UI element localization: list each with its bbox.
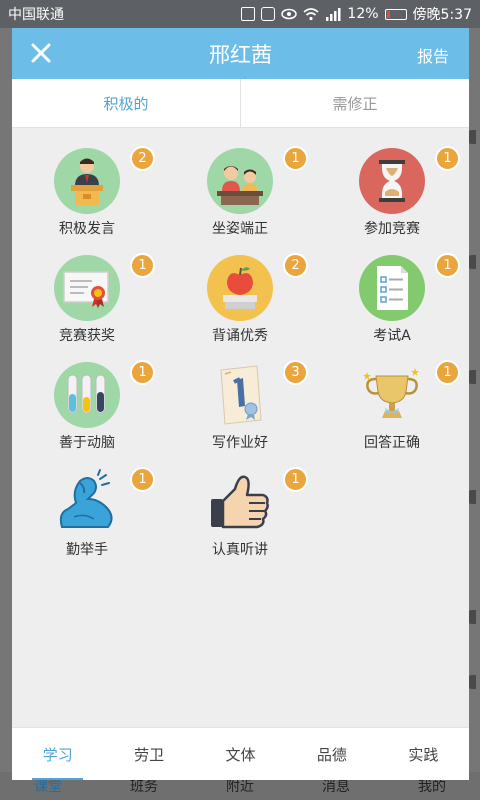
- certificate-icon: [54, 255, 120, 321]
- tab-needs-improvement[interactable]: 需修正: [241, 79, 469, 127]
- tab-positive[interactable]: 积极的: [12, 79, 240, 127]
- count-badge: 1: [435, 146, 460, 171]
- tab-study[interactable]: 学习: [12, 728, 103, 780]
- badge-label: 勤举手: [66, 542, 108, 558]
- count-badge: 1: [130, 360, 155, 385]
- badge-item[interactable]: 1 善于动脑: [22, 360, 155, 462]
- trophy-icon: [363, 368, 419, 418]
- badge-label: 积极发言: [59, 221, 115, 237]
- badge-item[interactable]: 3 写作业好: [175, 360, 308, 462]
- tab-labor[interactable]: 劳卫: [103, 728, 194, 780]
- battery-percent: 12%: [347, 6, 379, 22]
- category-tabs: 学习 劳卫 文体 品德 实践: [12, 727, 469, 780]
- count-badge: 2: [130, 146, 155, 171]
- carrier-label: 中国联通: [8, 7, 64, 23]
- report-button[interactable]: 报告: [417, 43, 449, 67]
- badge-item[interactable]: 1 参加竞赛: [327, 146, 460, 248]
- hourglass-icon: [359, 148, 425, 214]
- close-icon[interactable]: [28, 40, 54, 66]
- status-icons: 12% 傍晚5:37: [241, 0, 472, 28]
- battery-icon: [384, 8, 407, 20]
- badge-item[interactable]: 1 坐姿端正: [175, 146, 308, 248]
- badge-label: 参加竞赛: [364, 221, 420, 237]
- badge-label: 写作业好: [212, 435, 268, 451]
- checklist-icon: [359, 255, 425, 321]
- test-tubes-icon: [54, 362, 120, 428]
- count-badge: 1: [435, 253, 460, 278]
- badge-label: 竞赛获奖: [59, 328, 115, 344]
- badge-label: 认真听讲: [212, 542, 268, 558]
- nfc-icon: [241, 7, 256, 21]
- wifi-icon: [303, 7, 319, 20]
- vibrate-icon: [261, 7, 276, 21]
- count-badge: 1: [283, 146, 308, 171]
- signal-icon: [326, 7, 341, 21]
- badge-item[interactable]: 1 认真听讲: [175, 467, 308, 569]
- apple-books-icon: [207, 255, 273, 321]
- badge-item[interactable]: 1 勤举手: [22, 467, 155, 569]
- flexed-arm-icon: [59, 469, 113, 528]
- count-badge: 1: [130, 253, 155, 278]
- students-desk-icon: [207, 148, 273, 214]
- count-badge: 1: [130, 467, 155, 492]
- thumbs-up-icon: [211, 475, 269, 529]
- badge-label: 考试A: [373, 328, 411, 344]
- homework-paper-icon: [220, 365, 262, 425]
- count-badge: 2: [283, 253, 308, 278]
- clock: 傍晚5:37: [412, 7, 472, 23]
- badge-label: 背诵优秀: [212, 328, 268, 344]
- badge-item[interactable]: 2 积极发言: [22, 146, 155, 248]
- badge-label: 坐姿端正: [212, 221, 268, 237]
- badge-item[interactable]: 1 考试A: [327, 253, 460, 355]
- modal-header: 邢红茜 报告: [12, 28, 469, 79]
- podium-speaker-icon: [54, 148, 120, 214]
- status-bar: 中国联通 12% 傍晚5:37: [0, 0, 480, 28]
- student-badges-modal: 邢红茜 报告 积极的 需修正 2 积极发言 1 坐姿端正 1 参加竞赛 1 竞赛…: [12, 28, 469, 780]
- tab-morality[interactable]: 品德: [286, 728, 377, 780]
- badge-item[interactable]: 2 背诵优秀: [175, 253, 308, 355]
- count-badge: 3: [283, 360, 308, 385]
- count-badge: 1: [435, 360, 460, 385]
- tab-sports[interactable]: 文体: [195, 728, 286, 780]
- count-badge: 1: [283, 467, 308, 492]
- student-name: 邢红茜: [209, 42, 272, 67]
- eye-icon: [281, 8, 298, 20]
- tab-practice[interactable]: 实践: [378, 728, 469, 780]
- badge-item[interactable]: 1 竞赛获奖: [22, 253, 155, 355]
- feedback-tabs: 积极的 需修正: [12, 79, 469, 128]
- badge-item[interactable]: 1 回答正确: [327, 360, 460, 462]
- badge-label: 回答正确: [364, 435, 420, 451]
- badge-label: 善于动脑: [59, 435, 115, 451]
